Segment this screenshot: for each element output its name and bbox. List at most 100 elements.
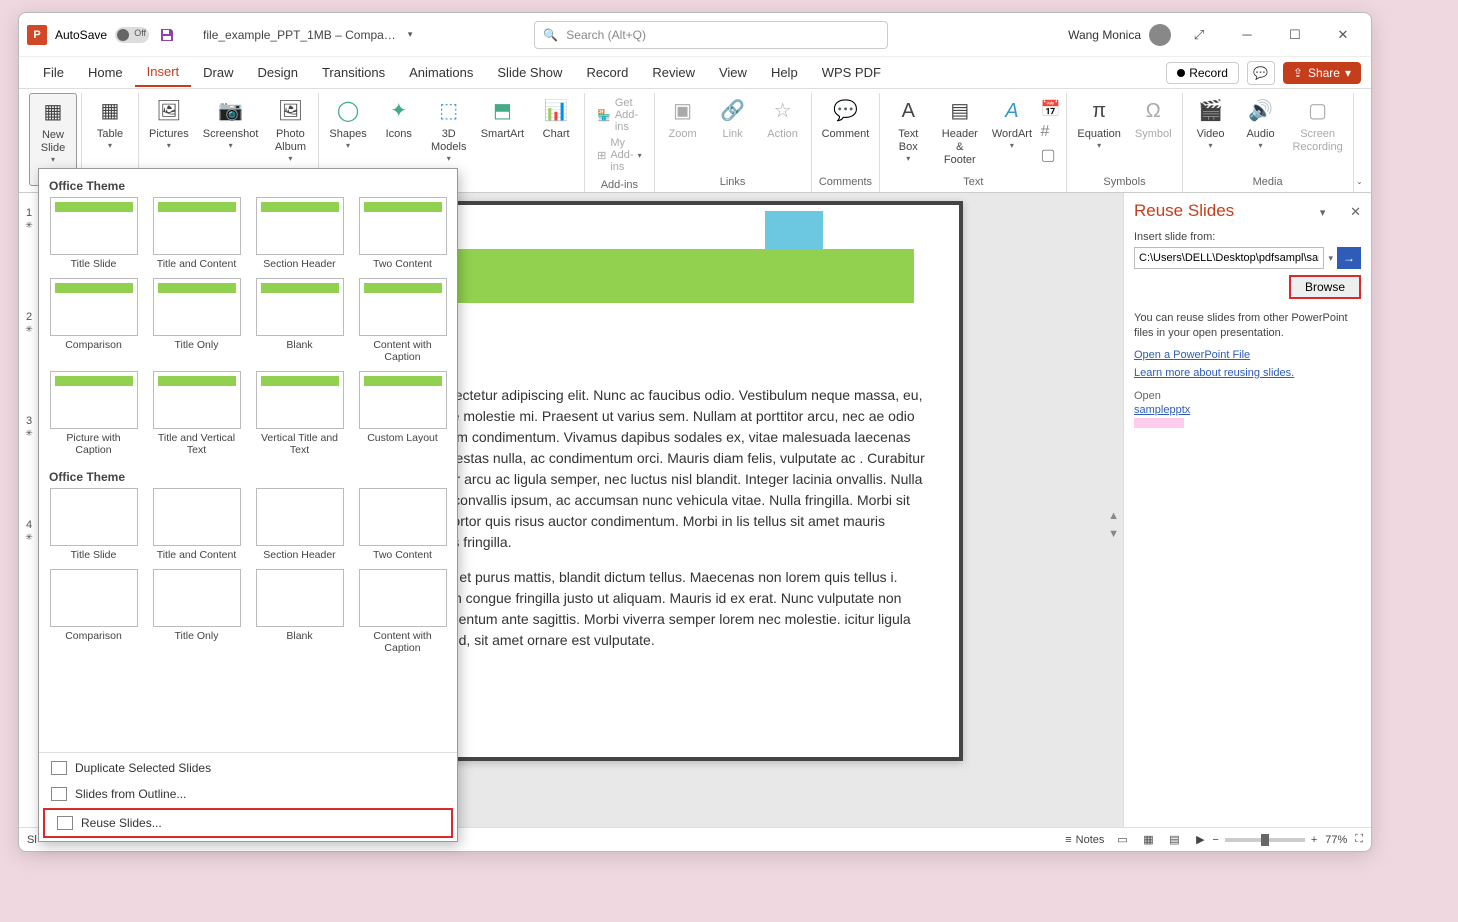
link-button: 🔗Link — [709, 93, 757, 174]
tab-slide-show[interactable]: Slide Show — [485, 59, 574, 86]
normal-view-button[interactable]: ▭ — [1110, 830, 1134, 850]
tab-insert[interactable]: Insert — [135, 58, 192, 87]
layout-picture-with-caption[interactable]: Picture with Caption — [47, 371, 140, 456]
layout-caption: Title Slide — [71, 549, 117, 561]
insert-from-label: Insert slide from: — [1134, 231, 1361, 243]
outline-icon — [51, 787, 67, 801]
audio-button[interactable]: 🔊Audio▾ — [1237, 93, 1285, 174]
date-time-icon[interactable]: 📅 — [1041, 99, 1061, 119]
share-button[interactable]: ⇪Share▾ — [1283, 62, 1361, 84]
layout-title-only[interactable]: Title Only — [150, 569, 243, 654]
autosave-toggle[interactable]: Off — [115, 27, 149, 43]
tab-file[interactable]: File — [31, 59, 76, 86]
tab-wps-pdf[interactable]: WPS PDF — [810, 59, 893, 86]
layout-comparison[interactable]: Comparison — [47, 278, 140, 363]
tab-draw[interactable]: Draw — [191, 59, 245, 86]
open-powerpoint-link[interactable]: Open a PowerPoint File — [1134, 349, 1361, 361]
slides-from-outline-command[interactable]: Slides from Outline... — [39, 781, 457, 807]
chart-button[interactable]: 📊Chart — [532, 93, 580, 186]
slide-body-text: t, consectetur adipiscing elit. Nunc ac … — [414, 385, 929, 651]
insert-from-input[interactable] — [1134, 247, 1324, 269]
layout-content-with-caption[interactable]: Content with Caption — [356, 278, 449, 363]
layout-title-and-vertical-text[interactable]: Title and Vertical Text — [150, 371, 243, 456]
action-icon: ☆ — [769, 97, 797, 125]
minimize-button[interactable]: ─ — [1227, 20, 1267, 50]
close-button[interactable]: ✕ — [1323, 20, 1363, 50]
textbox-button[interactable]: ATextBox▾ — [884, 93, 932, 174]
video-button[interactable]: 🎬Video▾ — [1187, 93, 1235, 174]
avatar[interactable] — [1149, 24, 1171, 46]
go-button[interactable]: → — [1337, 247, 1361, 269]
layout-title-slide[interactable]: Title Slide — [47, 488, 140, 561]
slide-nav-up-icon[interactable]: ▲ — [1108, 510, 1119, 522]
slide-canvas[interactable]: m t, consectetur adipiscing elit. Nunc a… — [400, 201, 963, 761]
layout-comparison[interactable]: Comparison — [47, 569, 140, 654]
thumb-index[interactable]: 1✳ — [19, 203, 39, 307]
thumb-index[interactable]: 4✳ — [19, 515, 39, 619]
slide-nav-down-icon[interactable]: ▼ — [1108, 528, 1119, 540]
layout-vertical-title-and-text[interactable]: Vertical Title and Text — [253, 371, 346, 456]
slide-title-bar: m — [394, 249, 914, 303]
browse-button[interactable]: Browse — [1289, 275, 1361, 299]
tab-record[interactable]: Record — [574, 59, 640, 86]
reading-view-button[interactable]: ▤ — [1162, 830, 1186, 850]
get-addins-button[interactable]: 🏪Get Add-ins — [597, 97, 641, 133]
layout-two-content[interactable]: Two Content — [356, 488, 449, 561]
layout-section-header[interactable]: Section Header — [253, 197, 346, 270]
object-icon[interactable]: ▢ — [1041, 145, 1061, 165]
tab-view[interactable]: View — [707, 59, 759, 86]
share-icon: ⇪ — [1293, 66, 1303, 80]
slide-number-icon[interactable]: # — [1041, 123, 1061, 141]
layout-custom-layout[interactable]: Custom Layout — [356, 371, 449, 456]
tab-review[interactable]: Review — [640, 59, 707, 86]
collapse-ribbon-icon[interactable]: ⌄ — [1356, 177, 1363, 186]
smartart-icon: ⬒ — [488, 97, 516, 125]
smartart-button[interactable]: ⬒SmartArt — [475, 93, 530, 186]
reuse-slides-command[interactable]: Reuse Slides... — [43, 808, 453, 838]
zoom-level[interactable]: 77% — [1325, 834, 1347, 846]
zoom-out-button[interactable]: − — [1212, 834, 1218, 846]
thumb-index[interactable]: 2✳ — [19, 307, 39, 411]
equation-button[interactable]: πEquation▾ — [1071, 93, 1126, 174]
pane-options-icon[interactable]: ▾ — [1320, 207, 1326, 219]
zoom-slider[interactable] — [1225, 838, 1305, 842]
learn-more-link[interactable]: Learn more about reusing slides. — [1134, 367, 1361, 379]
comments-toggle-icon[interactable]: 💬 — [1247, 61, 1275, 85]
layout-two-content[interactable]: Two Content — [356, 197, 449, 270]
layout-title-only[interactable]: Title Only — [150, 278, 243, 363]
fit-to-window-button[interactable]: ⛶ — [1355, 833, 1363, 846]
record-button[interactable]: Record — [1166, 62, 1239, 84]
layout-content-with-caption[interactable]: Content with Caption — [356, 569, 449, 654]
zoom-in-button[interactable]: + — [1311, 834, 1317, 846]
layout-section-header[interactable]: Section Header — [253, 488, 346, 561]
comment-button[interactable]: 💬Comment — [816, 93, 876, 174]
title-dropdown-icon[interactable]: ▾ — [408, 29, 413, 40]
maximize-button[interactable]: ☐ — [1275, 20, 1315, 50]
chevron-down-icon: ▾ — [1345, 66, 1351, 80]
tab-transitions[interactable]: Transitions — [310, 59, 397, 86]
recent-file-preview[interactable] — [1134, 418, 1184, 428]
close-pane-button[interactable]: ✕ — [1350, 204, 1361, 219]
chevron-down-icon[interactable]: ▾ — [1328, 253, 1333, 264]
recent-file-link[interactable]: samplepptx — [1134, 404, 1361, 416]
ribbon-display-icon[interactable]: ⤢ — [1179, 20, 1219, 50]
my-addins-button[interactable]: ⊞My Add-ins▾ — [597, 137, 641, 173]
save-icon[interactable] — [157, 25, 177, 45]
layout-title-slide[interactable]: Title Slide — [47, 197, 140, 270]
tab-help[interactable]: Help — [759, 59, 810, 86]
layout-title-and-content[interactable]: Title and Content — [150, 488, 243, 561]
slideshow-view-button[interactable]: ▶ — [1188, 830, 1212, 850]
search-input[interactable]: 🔍 Search (Alt+Q) — [534, 21, 888, 49]
layout-blank[interactable]: Blank — [253, 569, 346, 654]
slide-sorter-button[interactable]: ▦ — [1136, 830, 1160, 850]
header-footer-button[interactable]: ▤Header& Footer — [934, 93, 985, 174]
tab-home[interactable]: Home — [76, 59, 135, 86]
notes-button[interactable]: ≡Notes — [1059, 834, 1110, 846]
thumb-index[interactable]: 3✳ — [19, 411, 39, 515]
duplicate-slides-command[interactable]: Duplicate Selected Slides — [39, 755, 457, 781]
wordart-button[interactable]: AWordArt▾ — [987, 93, 1036, 174]
tab-design[interactable]: Design — [246, 59, 310, 86]
layout-title-and-content[interactable]: Title and Content — [150, 197, 243, 270]
tab-animations[interactable]: Animations — [397, 59, 485, 86]
layout-blank[interactable]: Blank — [253, 278, 346, 363]
